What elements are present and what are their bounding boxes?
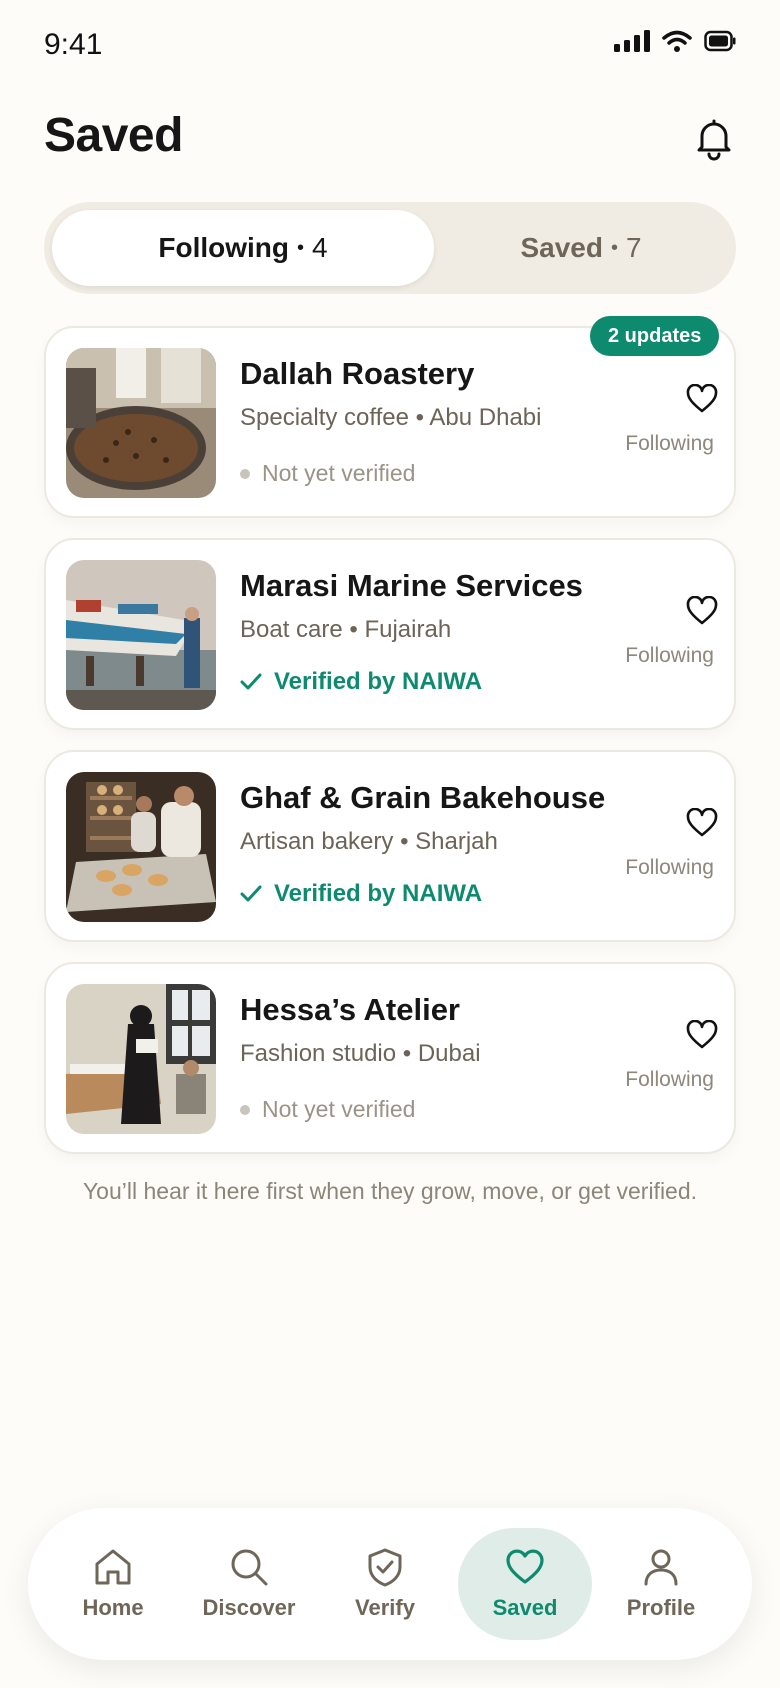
- tab-home[interactable]: Home: [46, 1528, 180, 1640]
- follow-heart-button[interactable]: [686, 595, 718, 626]
- tab-saved[interactable]: Saved • 7: [434, 210, 728, 286]
- footer-note: You’ll hear it here first when they grow…: [82, 1178, 698, 1204]
- business-subtitle: Boat care • Fujairah: [240, 616, 452, 643]
- tab-discover[interactable]: Discover: [182, 1528, 316, 1640]
- tab-saved-count: 7: [625, 232, 642, 263]
- search-icon: [231, 1549, 268, 1586]
- business-photo: [66, 772, 216, 922]
- business-subtitle: Artisan bakery • Sharjah: [240, 828, 498, 855]
- battery-icon: [704, 30, 736, 52]
- verification-status-text: Verified by NAIWA: [274, 668, 483, 695]
- tab-following-label: Following: [158, 232, 290, 263]
- business-subtitle: Specialty coffee • Abu Dhabi: [240, 404, 542, 431]
- segmented-control: Following • 4 Saved • 7: [44, 202, 736, 294]
- business-photo: [66, 984, 216, 1134]
- notifications-button[interactable]: [690, 114, 738, 162]
- following-label: Following: [625, 856, 714, 879]
- business-card[interactable]: Ghaf & Grain Bakehouse Artisan bakery • …: [44, 750, 736, 942]
- following-label: Following: [625, 432, 714, 455]
- separator: •: [297, 236, 305, 259]
- tab-home-label: Home: [82, 1595, 144, 1620]
- bell-icon: [697, 119, 731, 161]
- verification-status-text: Not yet verified: [262, 460, 416, 486]
- tab-discover-label: Discover: [202, 1595, 296, 1620]
- heart-icon: [686, 383, 718, 413]
- separator: •: [610, 236, 618, 259]
- checkmark-icon: [240, 885, 262, 902]
- business-name: Marasi Marine Services: [240, 568, 583, 603]
- following-label: Following: [625, 644, 714, 667]
- heart-icon: [686, 807, 718, 837]
- tab-verify-label: Verify: [355, 1595, 415, 1620]
- business-name: Dallah Roastery: [240, 356, 475, 391]
- verification-status-text: Not yet verified: [262, 1096, 416, 1122]
- checkmark-icon: [240, 673, 262, 690]
- tab-following-count: 4: [312, 232, 328, 263]
- follow-heart-button[interactable]: [686, 383, 718, 414]
- tab-profile[interactable]: Profile: [594, 1528, 728, 1640]
- tab-saved-label: Saved: [520, 232, 603, 263]
- heart-icon: [686, 1019, 718, 1049]
- status-time: 9:41: [44, 28, 103, 61]
- tab-profile-label: Profile: [626, 1595, 696, 1620]
- status-icons: [614, 30, 736, 52]
- tab-saved-nav[interactable]: Saved: [458, 1528, 592, 1640]
- business-subtitle: Fashion studio • Dubai: [240, 1040, 481, 1067]
- person-icon: [644, 1549, 678, 1586]
- business-name: Ghaf & Grain Bakehouse: [240, 780, 606, 815]
- following-label: Following: [625, 1068, 714, 1091]
- heart-icon: [686, 595, 718, 625]
- business-name: Hessa’s Atelier: [240, 992, 460, 1027]
- business-card[interactable]: Hessa’s Atelier Fashion studio • Dubai N…: [44, 962, 736, 1154]
- wifi-icon: [662, 30, 692, 52]
- cellular-signal-icon: [614, 30, 650, 52]
- verification-status: Not yet verified: [240, 460, 415, 487]
- follow-heart-button[interactable]: [686, 807, 718, 838]
- follow-heart-button[interactable]: [686, 1019, 718, 1050]
- page-title: Saved: [44, 109, 183, 162]
- status-dot-icon: [240, 468, 250, 479]
- business-card[interactable]: Marasi Marine Services Boat care • Fujai…: [44, 538, 736, 730]
- verification-status: Verified by NAIWA: [240, 668, 482, 696]
- shield-check-icon: [368, 1548, 402, 1587]
- tab-saved-nav-label: Saved: [492, 1595, 558, 1620]
- updates-badge: 2 updates: [590, 316, 720, 356]
- business-photo: [66, 348, 216, 498]
- heart-icon: [506, 1549, 544, 1584]
- status-bar: 9:41: [0, 0, 780, 90]
- status-dot-icon: [240, 1104, 250, 1115]
- bottom-tab-bar: Home Discover Verify Saved Profile: [28, 1508, 752, 1660]
- verification-status: Not yet verified: [240, 1096, 415, 1123]
- business-photo: [66, 560, 216, 710]
- tab-following[interactable]: Following • 4: [52, 210, 434, 286]
- verification-status: Verified by NAIWA: [240, 880, 482, 908]
- tab-verify[interactable]: Verify: [318, 1528, 452, 1640]
- verification-status-text: Verified by NAIWA: [274, 880, 483, 907]
- home-icon: [95, 1549, 131, 1585]
